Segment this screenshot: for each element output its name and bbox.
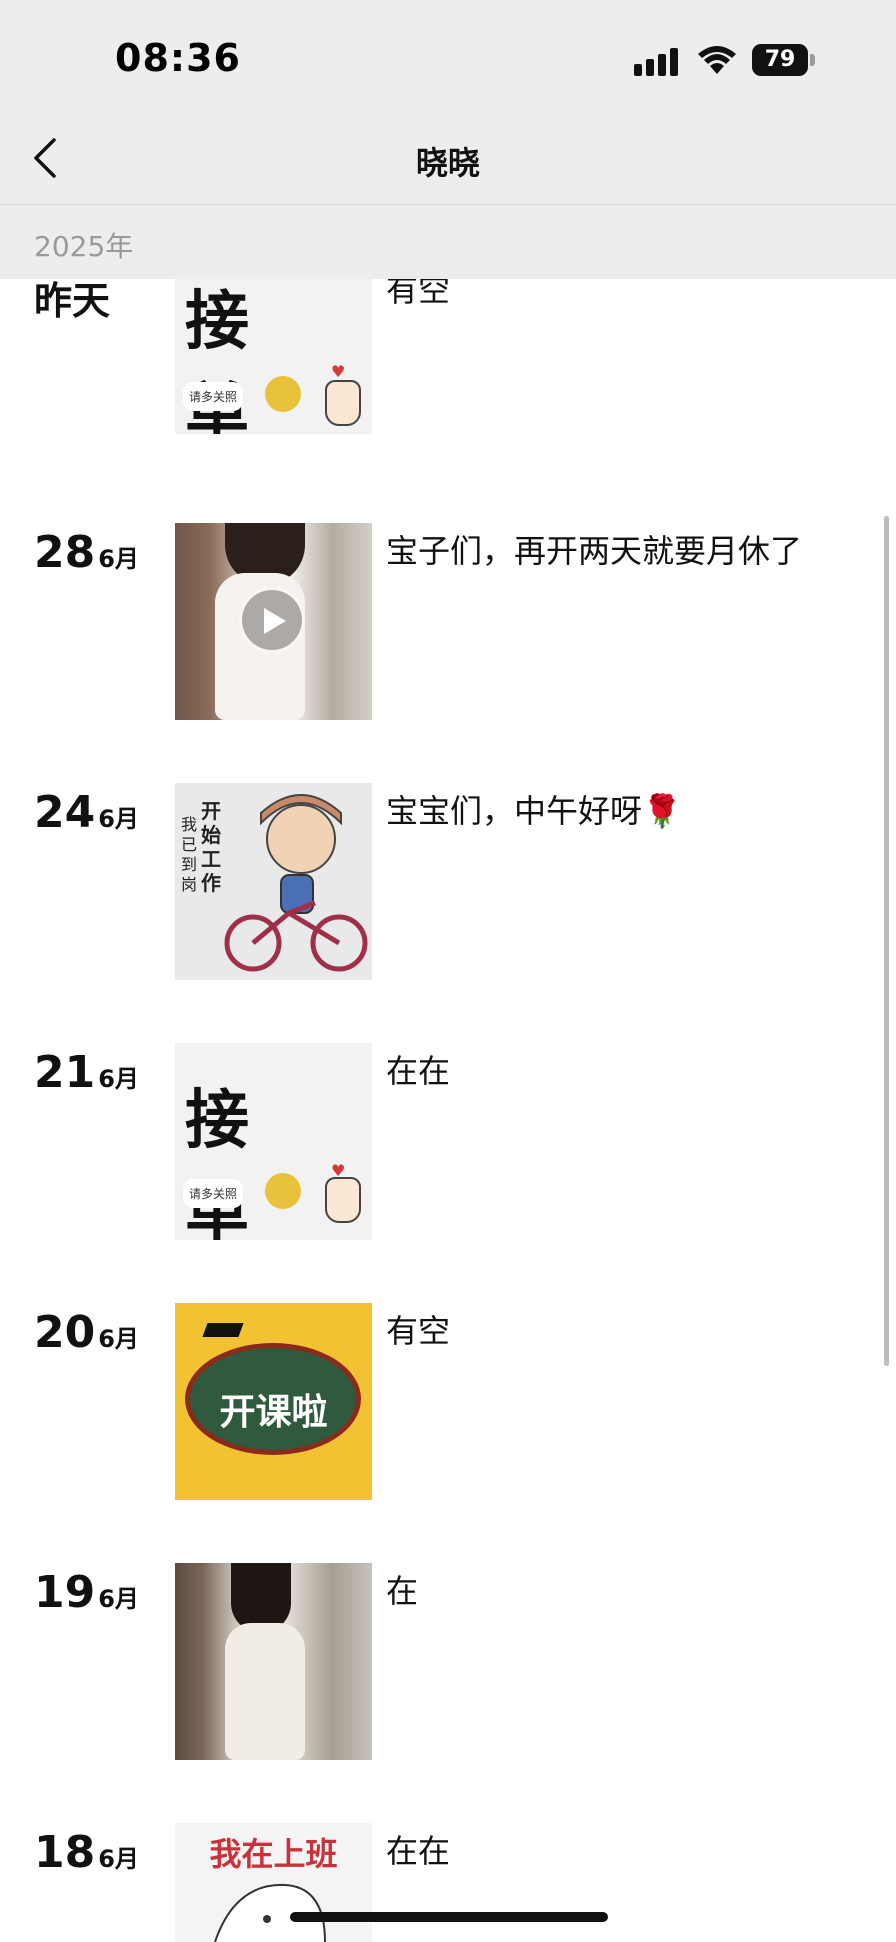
post-caption: 在在 xyxy=(386,1832,451,1870)
post-caption: 有空 xyxy=(386,1312,451,1350)
signal-icon xyxy=(634,48,678,76)
smiley-icon xyxy=(265,1173,301,1209)
nav-bar: 晓晓 xyxy=(0,110,896,205)
timeline-post[interactable]: 216月 接 单 请多关照 ♥ 在在 xyxy=(0,1043,896,1243)
post-date: 24 6月 xyxy=(34,787,139,838)
battery-level: 79 xyxy=(752,44,808,76)
photo-thumbnail xyxy=(175,1563,372,1760)
hand-icon xyxy=(325,380,361,426)
post-thumbnail[interactable]: 开课啦 xyxy=(175,1303,372,1500)
heart-icon: ♥ xyxy=(331,362,346,381)
post-thumbnail[interactable]: 我在上班 xyxy=(175,1823,372,1942)
video-thumbnail xyxy=(175,523,372,720)
post-date-day: 20 xyxy=(34,1307,96,1358)
post-thumbnail[interactable] xyxy=(175,523,372,720)
wifi-icon xyxy=(698,46,736,74)
battery-icon: 79 xyxy=(752,44,816,76)
scrollbar[interactable] xyxy=(884,516,889,1366)
post-date: 28 6月 xyxy=(34,527,139,578)
timeline-post[interactable]: 18 6月 我在上班 在在 xyxy=(0,1823,896,1942)
post-date-day: 21 xyxy=(34,1047,96,1098)
post-caption: 在 xyxy=(386,1572,419,1610)
work-image: 我在上班 xyxy=(175,1823,372,1942)
class-label: 开课啦 xyxy=(219,1392,328,1433)
cartoon-bike-image: 开始工作 我已到岗 xyxy=(175,783,372,980)
post-date: 18 6月 xyxy=(34,1827,139,1878)
year-header: 2025年 xyxy=(0,205,896,279)
class-image: 开课啦 xyxy=(175,1303,372,1500)
post-date-day: 24 xyxy=(34,787,96,838)
post-caption: 宝宝们，中午好呀🌹 xyxy=(386,792,682,830)
post-thumbnail[interactable]: 开始工作 我已到岗 xyxy=(175,783,372,980)
timeline-post[interactable]: 20 6月 开课啦 有空 xyxy=(0,1303,896,1503)
battery-cap xyxy=(810,54,815,66)
home-indicator[interactable] xyxy=(290,1912,608,1922)
post-date-month: 6月 xyxy=(98,1585,139,1613)
smiley-icon xyxy=(265,376,301,412)
timeline-post[interactable]: 24 6月 开始工作 我已到岗 宝宝们，中午好呀🌹 xyxy=(0,783,896,983)
hand-icon xyxy=(325,1177,361,1223)
post-thumbnail[interactable] xyxy=(175,1563,372,1760)
post-caption: 宝子们，再开两天就要月休了 xyxy=(386,532,803,570)
post-date: 19 6月 xyxy=(34,1567,139,1618)
page-title: 晓晓 xyxy=(415,144,480,182)
bike-illustration xyxy=(224,794,368,972)
photo-dress xyxy=(225,1623,305,1760)
post-date-month: 6月 xyxy=(98,1325,139,1353)
status-bar: 08:36 79 xyxy=(0,0,896,110)
jiedan-small-text: 请多关照 xyxy=(183,382,244,411)
post-date-month: 6月 xyxy=(98,1065,139,1093)
play-icon[interactable] xyxy=(239,587,305,653)
cartoon-illustration xyxy=(214,1883,326,1942)
post-thumbnail[interactable]: 接 单 请多关照 ♥ xyxy=(175,262,372,434)
post-date-day: 18 xyxy=(34,1827,96,1878)
jiedan-image: 接 单 请多关照 ♥ xyxy=(175,1043,372,1240)
post-date-day: 19 xyxy=(34,1567,96,1618)
post-date-month: 6月 xyxy=(98,1845,139,1873)
post-date-text: 昨天 xyxy=(34,279,111,323)
post-date: 21 6月 xyxy=(34,1047,139,1098)
post-thumbnail[interactable]: 接 单 请多关照 ♥ xyxy=(175,1043,372,1240)
post-date-day: 28 xyxy=(34,527,96,578)
year-label: 2025年 xyxy=(34,230,134,263)
jiedan-image: 接 单 请多关照 ♥ xyxy=(175,262,372,434)
post-date-month: 6月 xyxy=(98,545,139,573)
timeline-post[interactable]: 28 6月 宝子们，再开两天就要月休了 xyxy=(0,523,896,723)
timeline-post[interactable]: 19 6月 在 xyxy=(0,1563,896,1763)
moments-album-screen: 昨天 接 单 请多关照 ♥ 有空 286月 xyxy=(0,0,896,1942)
jiedan-small-text: 请多关照 xyxy=(183,1179,244,1208)
post-caption: 在在 xyxy=(386,1052,451,1090)
post-date-month: 6月 xyxy=(98,805,139,833)
graduation-cap-icon xyxy=(202,1323,244,1337)
post-date: 20 6月 xyxy=(34,1307,139,1358)
status-time: 08:36 xyxy=(115,36,241,80)
